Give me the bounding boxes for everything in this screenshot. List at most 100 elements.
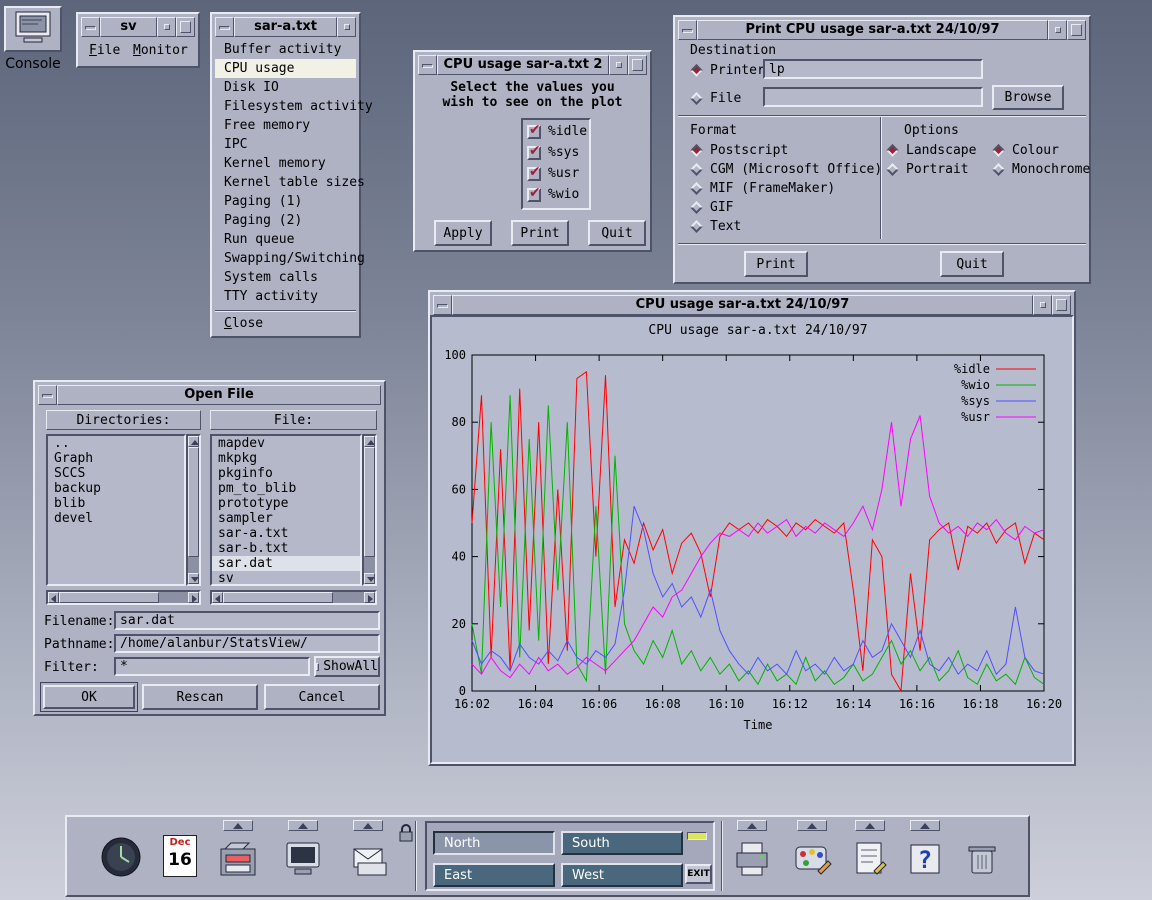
window-menu-button[interactable]: [418, 55, 437, 75]
filename-field[interactable]: [114, 611, 380, 630]
printer-icon[interactable]: [730, 835, 774, 883]
file-radio[interactable]: File: [692, 91, 741, 106]
checkbox-usr[interactable]: %usr: [527, 166, 579, 181]
cancel-button[interactable]: Cancel: [264, 684, 380, 710]
print-dialog-print-button[interactable]: Print: [744, 251, 808, 277]
maximize-button[interactable]: [628, 55, 647, 75]
file-item[interactable]: sar-a.txt: [212, 526, 360, 541]
scroll-thumb[interactable]: [188, 447, 199, 557]
directories-list[interactable]: .. Graph SCCS backup blib devel: [46, 434, 186, 586]
menu-item-cpu-usage[interactable]: CPU usage: [215, 59, 356, 78]
format-text[interactable]: Text: [692, 219, 741, 234]
menu-item-system-calls[interactable]: System calls: [215, 268, 356, 287]
scroll-left-arrow[interactable]: [212, 592, 223, 603]
workspace-west-button[interactable]: West: [561, 863, 683, 887]
printer-radio[interactable]: Printer: [692, 63, 765, 78]
terminal-subpanel-tab[interactable]: [288, 820, 318, 831]
mail-icon[interactable]: [346, 835, 390, 883]
printer-radio-diamond[interactable]: [690, 64, 703, 77]
scroll-down-arrow[interactable]: [364, 573, 375, 584]
directories-vscrollbar[interactable]: [186, 434, 201, 586]
style-manager-icon[interactable]: [790, 835, 834, 883]
option-landscape[interactable]: Landscape: [888, 143, 976, 158]
menu-item-tty-activity[interactable]: TTY activity: [215, 287, 356, 306]
calendar-icon[interactable]: Dec 16: [163, 835, 197, 877]
option-portrait[interactable]: Portrait: [888, 162, 969, 177]
exit-button[interactable]: EXIT: [685, 864, 712, 884]
menu-item-paging-2[interactable]: Paging (2): [215, 211, 356, 230]
browse-button[interactable]: Browse: [992, 85, 1064, 110]
checkbox-sys-box[interactable]: [527, 146, 541, 160]
format-mif-diamond[interactable]: [690, 182, 703, 195]
window-menu-button[interactable]: [38, 385, 57, 405]
file-item[interactable]: sv: [212, 571, 360, 586]
menu-item-kernel-table-sizes[interactable]: Kernel table sizes: [215, 173, 356, 192]
format-cgm[interactable]: CGM (Microsoft Office): [692, 162, 882, 177]
menu-item-paging-1[interactable]: Paging (1): [215, 192, 356, 211]
trash-icon[interactable]: [960, 835, 1004, 883]
format-cgm-diamond[interactable]: [690, 163, 703, 176]
menu-item-kernel-memory[interactable]: Kernel memory: [215, 154, 356, 173]
menu-item-close[interactable]: Close: [215, 314, 356, 333]
directory-item[interactable]: SCCS: [48, 466, 184, 481]
workspace-north-button[interactable]: North: [433, 831, 555, 855]
style-manager-subpanel-tab[interactable]: [797, 820, 827, 831]
checkbox-sys[interactable]: %sys: [527, 145, 579, 160]
directory-item[interactable]: devel: [48, 511, 184, 526]
format-postscript-diamond[interactable]: [690, 144, 703, 157]
pathname-field[interactable]: [114, 634, 380, 653]
directory-item[interactable]: Graph: [48, 451, 184, 466]
file-manager-icon[interactable]: [216, 835, 260, 883]
printer-field[interactable]: [763, 59, 983, 79]
menu-item-buffer-activity[interactable]: Buffer activity: [215, 40, 356, 59]
file-item[interactable]: mkpkg: [212, 451, 360, 466]
menu-item-filesystem-activity[interactable]: Filesystem activity: [215, 97, 356, 116]
stat-menu-titlebar[interactable]: sar-a.txt: [215, 17, 356, 37]
scroll-thumb[interactable]: [364, 447, 375, 557]
menu-file[interactable]: File: [89, 43, 120, 58]
file-item[interactable]: mapdev: [212, 436, 360, 451]
print-dialog-quit-button[interactable]: Quit: [940, 251, 1004, 277]
file-field[interactable]: [763, 87, 983, 107]
mail-subpanel-tab[interactable]: [353, 820, 383, 831]
option-colour[interactable]: Colour: [994, 143, 1059, 158]
terminal-launcher-icon[interactable]: [281, 835, 325, 883]
maximize-button[interactable]: [176, 17, 195, 37]
option-colour-diamond[interactable]: [992, 144, 1005, 157]
quit-button[interactable]: Quit: [588, 220, 646, 246]
format-postscript[interactable]: Postscript: [692, 143, 788, 158]
file-item-selected[interactable]: sar.dat: [212, 556, 360, 571]
format-mif[interactable]: MIF (FrameMaker): [692, 181, 835, 196]
window-menu-button[interactable]: [678, 20, 697, 40]
plot-window-titlebar[interactable]: CPU usage sar-a.txt 24/10/97: [433, 295, 1071, 315]
clock-icon[interactable]: [99, 833, 143, 881]
scroll-up-arrow[interactable]: [188, 436, 199, 447]
file-item[interactable]: sampler: [212, 511, 360, 526]
console-desktop-icon[interactable]: Console: [0, 0, 70, 80]
menu-item-swapping-switching[interactable]: Swapping/Switching: [215, 249, 356, 268]
ok-button[interactable]: OK: [43, 685, 135, 709]
printer-subpanel-tab[interactable]: [737, 820, 767, 831]
window-menu-button[interactable]: [433, 295, 452, 315]
text-editor-icon[interactable]: [848, 835, 892, 883]
file-item[interactable]: prototype: [212, 496, 360, 511]
minimize-button[interactable]: [1048, 20, 1067, 40]
minimize-button[interactable]: [609, 55, 628, 75]
menu-item-ipc[interactable]: IPC: [215, 135, 356, 154]
showall-button[interactable]: ShowAll: [314, 656, 380, 677]
scroll-up-arrow[interactable]: [364, 436, 375, 447]
directory-item[interactable]: blib: [48, 496, 184, 511]
print-dialog-titlebar[interactable]: Print CPU usage sar-a.txt 24/10/97: [678, 20, 1086, 40]
rescan-button[interactable]: Rescan: [142, 684, 258, 710]
scroll-left-arrow[interactable]: [48, 592, 59, 603]
option-monochrome[interactable]: Monochrome: [994, 162, 1090, 177]
print-button[interactable]: Print: [511, 220, 569, 246]
window-menu-button[interactable]: [81, 17, 100, 37]
directory-item[interactable]: backup: [48, 481, 184, 496]
files-hscrollbar[interactable]: [210, 590, 377, 605]
menu-item-disk-io[interactable]: Disk IO: [215, 78, 356, 97]
help-subpanel-tab[interactable]: [910, 820, 940, 831]
scroll-right-arrow[interactable]: [188, 592, 199, 603]
minimize-button[interactable]: [1033, 295, 1052, 315]
scroll-thumb[interactable]: [59, 592, 159, 603]
